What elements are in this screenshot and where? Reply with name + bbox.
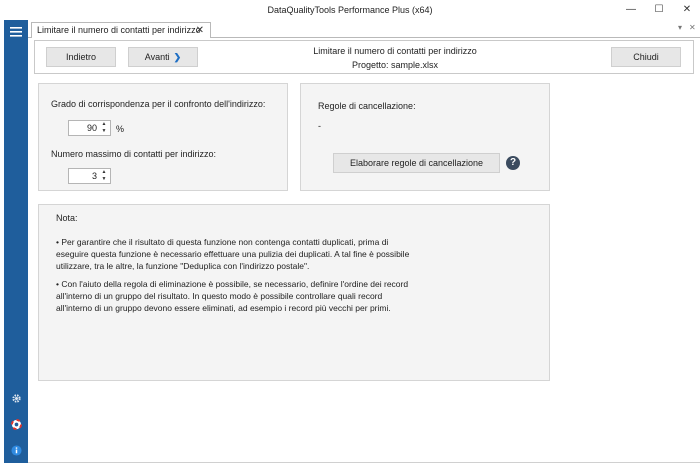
note-line: utilizzare, tra le altre, la funzione "D… [56, 261, 310, 271]
lifebuoy-icon[interactable] [4, 414, 28, 434]
deletion-rules-value: - [318, 121, 321, 131]
help-icon[interactable]: ? [506, 156, 520, 170]
chevron-right-icon: ❯ [173, 52, 182, 62]
bottom-border [28, 462, 700, 463]
note-paragraph-2: • Con l'aiuto della regola di eliminazio… [56, 278, 411, 314]
note-panel: Nota: • Per garantire che il risultato d… [38, 204, 550, 381]
tab-limit-contacts[interactable]: Limitare il numero di contatti per indir… [31, 22, 211, 39]
match-degree-value: 90 [86, 123, 97, 133]
gear-icon[interactable] [4, 388, 28, 408]
maximize-button[interactable]: ☐ [648, 3, 670, 17]
note-paragraph-1: • Per garantire che il risultato di ques… [56, 236, 411, 272]
settings-panel: Grado di corrispondenza per il confronto… [38, 83, 288, 191]
info-icon[interactable] [4, 440, 28, 460]
note-line: • Per garantire che il risultato di ques… [56, 237, 389, 247]
spin-arrows-icon[interactable]: ▲ ▼ [99, 121, 109, 135]
note-line: • Con l'aiuto della regola di eliminazio… [56, 279, 409, 289]
tab-close-icon[interactable]: ✕ [196, 23, 204, 38]
note-line: eseguire questa funzione è necessario ef… [56, 249, 410, 259]
spin-up-icon[interactable]: ▲ [99, 169, 109, 176]
next-button[interactable]: Avanti ❯ [128, 47, 198, 67]
toolbar: Indietro Avanti ❯ Limitare il numero di c… [34, 40, 694, 74]
spin-down-icon[interactable]: ▼ [99, 176, 109, 183]
note-line: all'interno di un gruppo del risultato. … [56, 291, 383, 301]
match-degree-label: Grado di corrispondenza per il confronto… [51, 99, 266, 109]
close-window-button[interactable]: ✕ [676, 3, 698, 17]
deletion-rules-panel: Regole di cancellazione: - Elaborare reg… [300, 83, 550, 191]
main-content: Indietro Avanti ❯ Limitare il numero di c… [28, 38, 696, 463]
hamburger-menu-icon[interactable] [4, 22, 28, 42]
note-line: all'interno di un gruppo devono essere e… [56, 303, 391, 313]
spin-up-icon[interactable]: ▲ [99, 121, 109, 128]
max-contacts-label: Numero massimo di contatti per indirizzo… [51, 149, 217, 159]
close-button[interactable]: Chiudi [611, 47, 681, 67]
close-button-label: Chiudi [633, 52, 659, 62]
process-deletion-rules-button[interactable]: Elaborare regole di cancellazione [333, 153, 500, 173]
match-degree-stepper[interactable]: 90 ▲ ▼ [68, 120, 111, 136]
max-contacts-stepper[interactable]: 3 ▲ ▼ [68, 168, 111, 184]
back-button[interactable]: Indietro [46, 47, 116, 67]
tab-label: Limitare il numero di contatti per indir… [37, 25, 201, 35]
project-label: Progetto: sample.xlsx [351, 60, 439, 70]
spin-down-icon[interactable]: ▼ [99, 128, 109, 135]
close-all-tabs-icon[interactable]: ✕ [689, 23, 696, 32]
note-title: Nota: [56, 213, 78, 223]
spin-arrows-icon[interactable]: ▲ ▼ [99, 169, 109, 183]
deletion-rules-label: Regole di cancellazione: [318, 101, 416, 111]
percent-unit: % [116, 124, 125, 134]
page-title: Limitare il numero di contatti per indir… [313, 46, 477, 56]
sidebar [4, 20, 28, 463]
window-titlebar: DataQualityTools Performance Plus (x64) … [0, 0, 700, 20]
max-contacts-value: 3 [91, 171, 97, 181]
window-title: DataQualityTools Performance Plus (x64) [267, 5, 433, 15]
tab-strip: Limitare il numero di contatti per indir… [28, 20, 700, 39]
back-button-label: Indietro [65, 52, 97, 62]
tab-overflow-icon[interactable]: ▾ [678, 23, 682, 32]
process-deletion-rules-label: Elaborare regole di cancellazione [349, 158, 484, 168]
minimize-button[interactable]: — [620, 3, 642, 17]
next-button-label: Avanti [144, 52, 170, 62]
